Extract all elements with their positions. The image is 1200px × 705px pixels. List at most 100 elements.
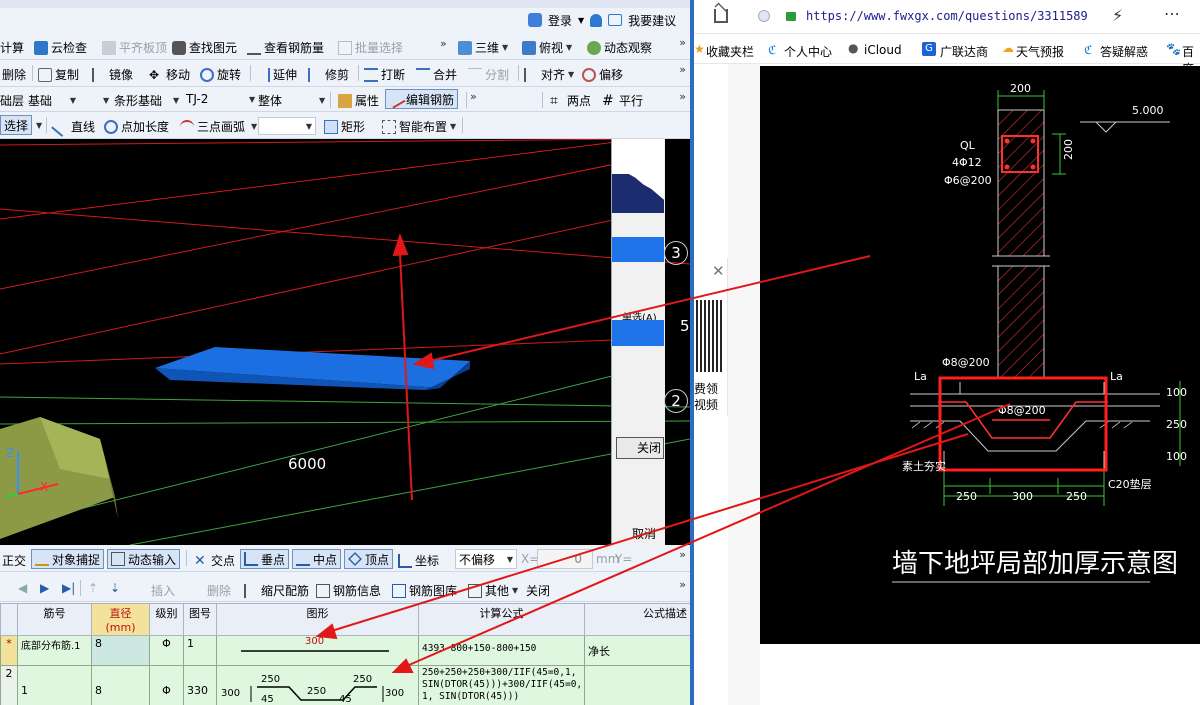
trim-button[interactable]: 修剪	[308, 66, 349, 83]
snap-perpendicular[interactable]: 垂点	[240, 549, 290, 569]
cell-figure-no[interactable]: 330	[183, 665, 217, 705]
align-dropdown-icon[interactable]: ▼	[568, 70, 574, 79]
smart-dropdown-icon[interactable]: ▼	[450, 122, 456, 131]
cell-grade[interactable]: Φ	[149, 665, 184, 705]
offset-button[interactable]: 偏移	[582, 66, 623, 83]
login-link[interactable]: 登录	[548, 12, 572, 29]
bookmark-personal[interactable]: 个人中心	[784, 43, 832, 60]
copy-button[interactable]: 复制	[38, 66, 79, 83]
toolbar2-more-icon[interactable]: »	[679, 63, 686, 76]
rebar-library-button[interactable]: 钢筋图库	[392, 582, 457, 599]
toolbar3-mid-more-icon[interactable]: »	[470, 90, 477, 103]
cell-formula[interactable]: 4393-800+150-800+150	[418, 635, 585, 666]
point-length-button[interactable]: 点加长度	[104, 118, 169, 135]
menu-dots-icon[interactable]: ⋯	[1164, 4, 1180, 23]
snap-coordinate[interactable]: 坐标	[398, 552, 439, 569]
cloud-check-button[interactable]: 云检查	[34, 39, 87, 56]
panel-close-button[interactable]: 关闭	[616, 437, 664, 459]
extend-button[interactable]: 延伸	[256, 66, 297, 83]
break-button[interactable]: 打断	[364, 66, 405, 83]
nav-next-icon[interactable]: ▶	[40, 581, 49, 595]
bookmark-glodon[interactable]: 广联达商	[940, 43, 988, 60]
cell-shape[interactable]: 300	[216, 635, 419, 666]
lightning-icon[interactable]: ⚡	[1112, 6, 1123, 25]
bookmark-icloud[interactable]: iCloud	[864, 43, 902, 57]
move-up-icon[interactable]: ⇡	[88, 581, 98, 595]
top-view-button[interactable]: 俯视 ▼	[522, 39, 572, 56]
url-text[interactable]: https://www.fwxgx.com/questions/3311589	[806, 9, 1088, 23]
find-element-button[interactable]: 查找图元	[172, 39, 237, 56]
arc-dropdown-icon[interactable]: ▼	[251, 122, 257, 131]
ortho-toggle[interactable]: 正交	[2, 552, 26, 569]
other-menu[interactable]: 其他 ▼	[468, 582, 518, 599]
row-delete-button[interactable]: 删除	[190, 582, 231, 599]
merge-button[interactable]: 合并	[416, 66, 457, 83]
nav-prev-icon[interactable]: ◀	[18, 581, 27, 595]
table-row[interactable]: 2 1 8 Φ 330 300 250 45 250 250 45 300 25…	[0, 665, 690, 705]
snapbar-more-icon[interactable]: »	[679, 548, 686, 561]
cad-viewport[interactable]: Z X 6000 单选(A) 关闭 取消 3 5 2	[0, 139, 690, 545]
subcategory-select[interactable]: 条形基础 ▼	[114, 92, 179, 109]
rectangle-button[interactable]: 矩形	[324, 118, 365, 135]
parallel-button[interactable]: # 平行	[602, 92, 643, 109]
cell-bar-name[interactable]: 底部分布筋.1	[17, 635, 92, 666]
dynamic-observe-button[interactable]: 动态观察	[587, 39, 652, 56]
drawing-image[interactable]: 200 5.000 QL 4Φ12 Φ6@200 200 La La Φ8@20…	[760, 66, 1200, 644]
cell-grade[interactable]: Φ	[149, 635, 184, 666]
move-down-icon[interactable]: ⇣	[110, 581, 120, 595]
two-points-button[interactable]: ⌗ 两点	[550, 92, 591, 109]
cell-formula[interactable]: 250+250+250+300/IIF(45=0,1, SIN(DTOR(45)…	[418, 665, 585, 705]
snap-intersect[interactable]: ✕ 交点	[194, 552, 235, 569]
align-slab-button[interactable]: 平齐板顶	[102, 39, 167, 56]
snap-vertex[interactable]: 顶点	[344, 549, 394, 569]
insert-button[interactable]: 插入	[134, 582, 175, 599]
cell-description[interactable]: 净长	[584, 635, 690, 666]
calc-button[interactable]: 计算	[0, 39, 24, 56]
scope-select[interactable]: 整体 ▼	[258, 92, 326, 109]
toolbar3-more-icon[interactable]: »	[679, 90, 686, 103]
bookmark-qa[interactable]: 答疑解惑	[1100, 43, 1148, 60]
select-dropdown-icon[interactable]: ▼	[36, 121, 42, 130]
arc-button[interactable]: 三点画弧 ▼	[180, 118, 257, 135]
edit-rebar-button[interactable]: 编辑钢筋	[385, 89, 459, 109]
cell-shape[interactable]: 300 250 45 250 250 45 300	[216, 665, 419, 705]
properties-button[interactable]: 属性	[338, 92, 379, 109]
x-input[interactable]: 0	[537, 549, 593, 569]
object-snap-toggle[interactable]: 对象捕捉	[31, 549, 105, 569]
split-button[interactable]: 分割	[468, 66, 509, 83]
table-row[interactable]: * 底部分布筋.1 8 Φ 1 300 4393-800+150-800+150…	[0, 635, 690, 666]
rebar-info-button[interactable]: 钢筋信息	[316, 582, 381, 599]
scale-rebar-button[interactable]: 缩尺配筋	[244, 582, 309, 599]
login-dropdown-icon[interactable]: ▼	[578, 16, 584, 25]
toolbar1-end-more-icon[interactable]: »	[679, 36, 686, 49]
bookmarks-folder[interactable]: 收藏夹栏	[706, 43, 754, 60]
delete-button[interactable]: 删除	[2, 66, 26, 83]
rebarbar-more-icon[interactable]: »	[679, 578, 686, 591]
3d-view-button[interactable]: 三维 ▼	[458, 39, 508, 56]
select-button[interactable]: 选择	[0, 115, 33, 135]
ad-close-icon[interactable]: ✕	[712, 262, 725, 280]
cell-diameter[interactable]: 8	[91, 635, 150, 666]
panel-cancel-button[interactable]: 取消	[632, 525, 656, 542]
nav-last-icon[interactable]: ▶|	[62, 581, 75, 595]
align-button[interactable]: 对齐 ▼	[524, 66, 574, 83]
offset-mode-select[interactable]: 不偏移 ▼	[455, 549, 517, 569]
suggest-link[interactable]: 我要建议	[628, 12, 676, 29]
snap-midpoint[interactable]: 中点	[292, 549, 342, 569]
rebar-close-button[interactable]: 关闭	[526, 582, 550, 599]
category-select[interactable]: 基础 ▼	[28, 92, 109, 109]
bookmark-weather[interactable]: 天气预报	[1016, 43, 1064, 60]
bell-icon[interactable]	[590, 13, 603, 27]
move-button[interactable]: ✥ 移动	[149, 66, 190, 83]
line-button[interactable]: 直线	[51, 116, 95, 137]
view-rebar-qty-button[interactable]: 查看钢筋量	[247, 39, 324, 56]
mirror-button[interactable]: 镜像	[92, 66, 133, 83]
top-view-dropdown-icon[interactable]: ▼	[566, 43, 572, 52]
arc-option-select[interactable]: ▼	[258, 117, 316, 135]
batch-select-button[interactable]: 批量选择	[338, 39, 403, 56]
cell-diameter[interactable]: 8	[91, 665, 150, 705]
cell-description[interactable]	[584, 665, 690, 705]
dynamic-input-toggle[interactable]: 动态输入	[107, 549, 181, 569]
element-code-select[interactable]: TJ-2 ▼	[186, 92, 255, 106]
rotate-button[interactable]: 旋转	[200, 66, 241, 83]
